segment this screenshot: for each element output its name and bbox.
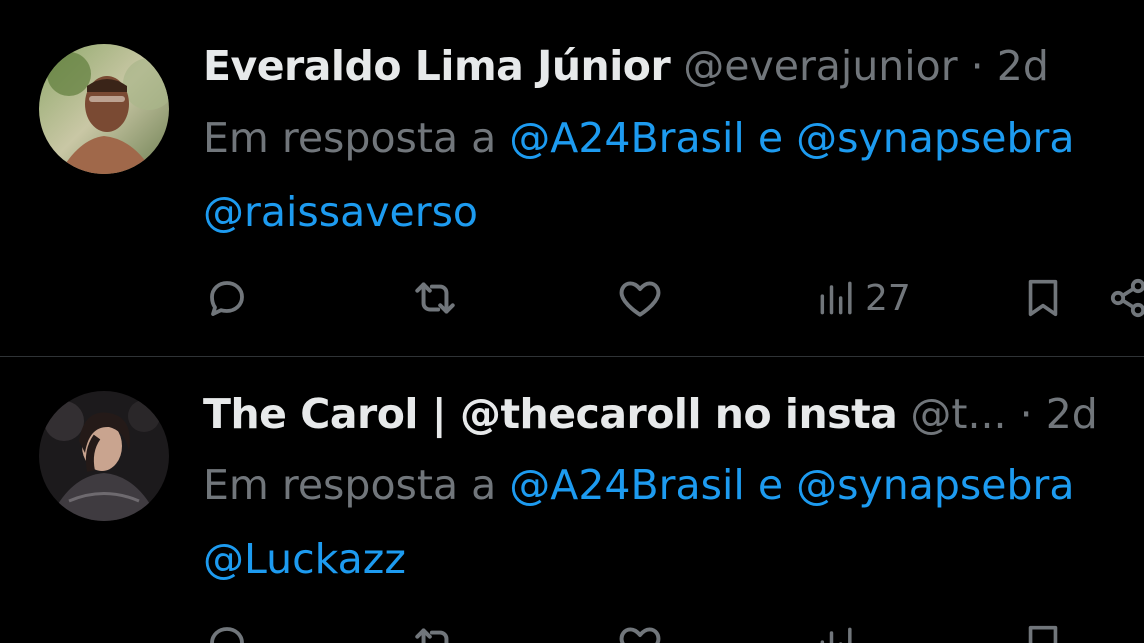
bookmark-button[interactable] [1020,619,1066,643]
action-bar [0,619,1144,643]
reply-icon [203,274,251,322]
share-icon [1108,274,1144,322]
tweet[interactable]: Everaldo Lima Júnior @everajunior · 2d E… [0,0,1144,356]
views-icon [815,276,859,320]
share-button[interactable] [1108,273,1144,323]
timestamp[interactable]: 2d [997,42,1049,90]
avatar[interactable] [39,44,169,174]
bookmark-button[interactable] [1020,273,1066,323]
avatar[interactable] [39,391,169,521]
tweet-header: Everaldo Lima Júnior @everajunior · 2d [203,41,1049,91]
reply-joiner: e [757,461,784,509]
reply-button[interactable] [203,619,251,643]
like-button[interactable] [615,273,665,323]
like-icon [615,619,665,643]
separator-dot: · [970,42,984,90]
timestamp[interactable]: 2d [1046,390,1098,438]
mention-link[interactable]: @Luckazz [203,534,406,584]
user-handle[interactable]: @t... [910,390,1006,438]
tweet[interactable]: The Carol | @thecaroll no insta @t... · … [0,357,1144,643]
reply-joiner: e [757,114,784,162]
mention-link[interactable]: @synapsebra [796,461,1074,509]
retweet-button[interactable] [410,273,460,323]
retweet-icon [410,619,460,643]
bookmark-icon [1020,620,1066,643]
action-bar: 27 [0,273,1144,323]
reply-button[interactable] [203,273,251,323]
display-name[interactable]: The Carol | @thecaroll no insta [203,390,898,438]
views-icon [815,622,859,643]
views-button[interactable] [815,619,865,643]
reply-icon [203,620,251,643]
user-handle[interactable]: @everajunior [683,42,957,90]
display-name[interactable]: Everaldo Lima Júnior [203,42,671,90]
like-button[interactable] [615,619,665,643]
reply-context: Em resposta a @A24Brasil e @synapsebra [203,113,1074,163]
tweet-header: The Carol | @thecaroll no insta @t... · … [203,389,1098,439]
reply-context: Em resposta a @A24Brasil e @synapsebra [203,460,1074,510]
reply-prefix: Em resposta a [203,114,497,162]
bookmark-icon [1020,274,1066,322]
mention-link[interactable]: @raissaverso [203,187,478,237]
mention-link[interactable]: @synapsebra [796,114,1074,162]
mention-link[interactable]: @A24Brasil [509,114,744,162]
retweet-icon [410,273,460,323]
retweet-button[interactable] [410,619,460,643]
view-count: 27 [865,277,911,319]
reply-prefix: Em resposta a [203,461,497,509]
like-icon [615,273,665,323]
views-button[interactable]: 27 [815,273,911,323]
separator-dot: · [1019,390,1033,438]
mention-link[interactable]: @A24Brasil [509,461,744,509]
